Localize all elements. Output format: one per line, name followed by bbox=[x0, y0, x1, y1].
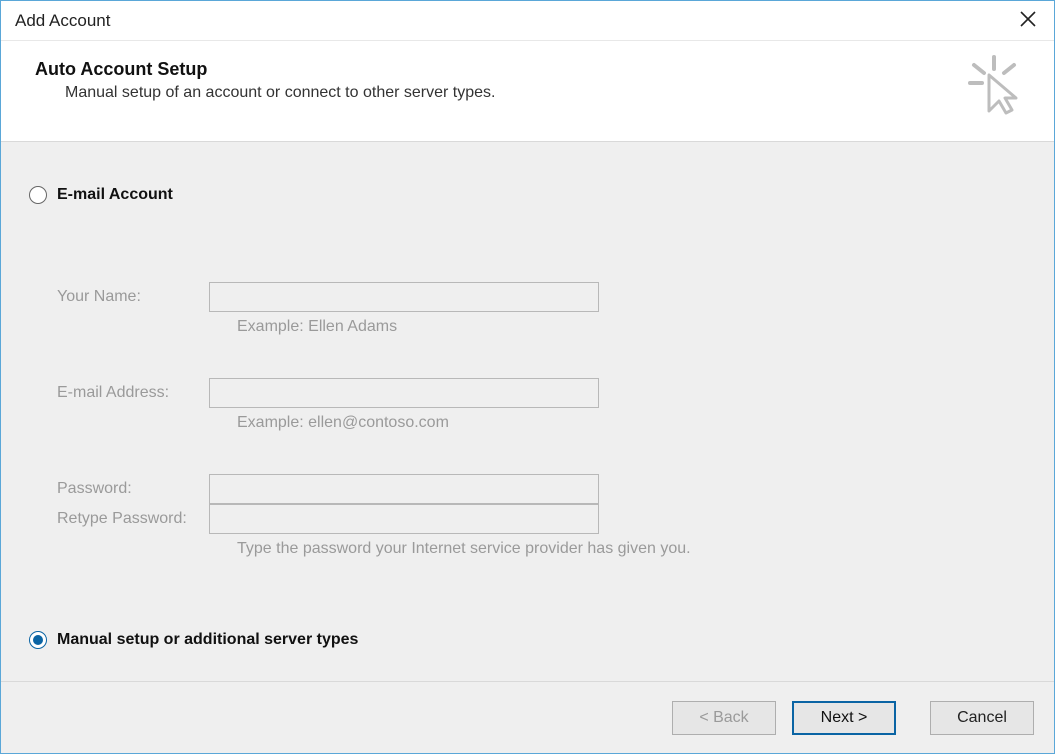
row-retype-password: Retype Password: bbox=[57, 504, 1026, 534]
row-hint-password: Type the password your Internet service … bbox=[57, 540, 1026, 558]
next-button-label: Next > bbox=[821, 709, 868, 727]
row-password: Password: bbox=[57, 474, 1026, 504]
titlebar: Add Account bbox=[1, 1, 1054, 41]
header-subheading: Manual setup of an account or connect to… bbox=[35, 84, 966, 102]
row-your-name: Your Name: bbox=[57, 282, 1026, 312]
email-form: Your Name: Example: Ellen Adams E-mail A… bbox=[57, 282, 1026, 558]
radio-email-label: E-mail Account bbox=[57, 186, 173, 204]
wizard-cursor-icon bbox=[966, 55, 1022, 119]
radio-email-account[interactable]: E-mail Account bbox=[29, 186, 1026, 204]
window-title: Add Account bbox=[15, 11, 1012, 31]
password-hint: Type the password your Internet service … bbox=[209, 540, 691, 558]
close-button[interactable] bbox=[1012, 5, 1044, 37]
retype-password-label: Retype Password: bbox=[57, 510, 209, 528]
footer-panel: < Back Next > Cancel bbox=[1, 681, 1054, 753]
back-button-label: < Back bbox=[699, 709, 748, 727]
add-account-dialog: Add Account Auto Account Setup Manual se… bbox=[0, 0, 1055, 754]
radio-icon-selected bbox=[29, 631, 47, 649]
header-heading: Auto Account Setup bbox=[35, 59, 966, 80]
close-icon bbox=[1020, 11, 1036, 31]
retype-password-field bbox=[209, 504, 599, 534]
your-name-label: Your Name: bbox=[57, 288, 209, 306]
body-panel: E-mail Account Your Name: Example: Ellen… bbox=[1, 142, 1054, 681]
row-hint-email: Example: ellen@contoso.com bbox=[57, 414, 1026, 432]
row-email: E-mail Address: bbox=[57, 378, 1026, 408]
back-button: < Back bbox=[672, 701, 776, 735]
radio-dot-icon bbox=[33, 635, 43, 645]
header-panel: Auto Account Setup Manual setup of an ac… bbox=[1, 41, 1054, 142]
email-label: E-mail Address: bbox=[57, 384, 209, 402]
radio-manual-label: Manual setup or additional server types bbox=[57, 631, 358, 649]
your-name-hint: Example: Ellen Adams bbox=[209, 318, 397, 336]
password-label: Password: bbox=[57, 480, 209, 498]
row-hint-name: Example: Ellen Adams bbox=[57, 318, 1026, 336]
next-button[interactable]: Next > bbox=[792, 701, 896, 735]
cancel-button-label: Cancel bbox=[957, 709, 1007, 727]
your-name-field bbox=[209, 282, 599, 312]
radio-manual-setup[interactable]: Manual setup or additional server types bbox=[29, 631, 358, 649]
header-text-group: Auto Account Setup Manual setup of an ac… bbox=[35, 59, 966, 102]
radio-icon bbox=[29, 186, 47, 204]
cancel-button[interactable]: Cancel bbox=[930, 701, 1034, 735]
password-field bbox=[209, 474, 599, 504]
email-hint: Example: ellen@contoso.com bbox=[209, 414, 449, 432]
email-field bbox=[209, 378, 599, 408]
